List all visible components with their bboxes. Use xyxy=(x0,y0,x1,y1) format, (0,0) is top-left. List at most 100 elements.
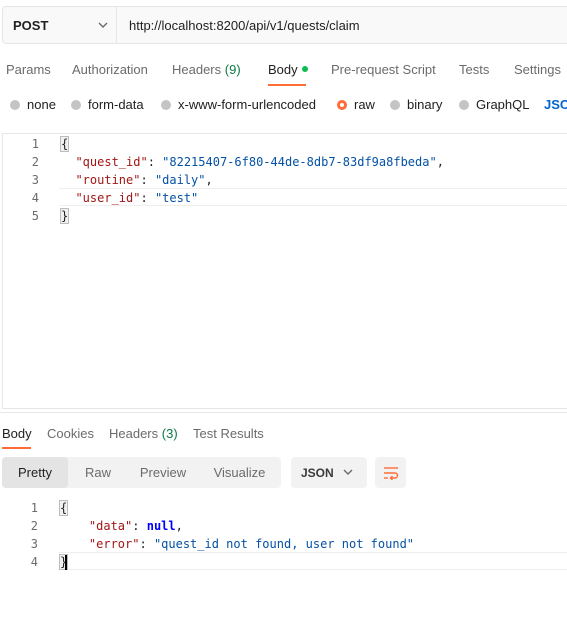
radio-label: none xyxy=(27,97,56,112)
radio-graphql[interactable]: GraphQL xyxy=(459,97,529,112)
radio-binary[interactable]: binary xyxy=(390,97,442,112)
view-mode-pretty[interactable]: Pretty xyxy=(2,457,68,488)
close-brace: } xyxy=(59,208,70,224)
raw-format-label: JSO xyxy=(544,97,567,112)
view-mode-segmented-control: Pretty Raw Preview Visualize xyxy=(2,457,281,488)
line-number: 5 xyxy=(31,209,39,223)
request-tabs: Params Authorization Headers (9) Body Pr… xyxy=(0,54,567,86)
code-line: { xyxy=(58,500,69,516)
response-tabs: Body Cookies Headers (3) Test Results xyxy=(0,420,567,450)
view-mode-preview[interactable]: Preview xyxy=(128,457,198,488)
modified-dot-icon xyxy=(301,66,308,72)
line-number: 2 xyxy=(30,519,38,533)
response-tab-headers[interactable]: Headers (3) xyxy=(109,426,178,441)
radio-selected-icon xyxy=(337,99,347,110)
radio-circle-icon xyxy=(161,99,171,110)
code-line: { xyxy=(59,136,70,152)
url-text: http://localhost:8200/api/v1/quests/clai… xyxy=(129,17,360,33)
response-tab-test-results[interactable]: Test Results xyxy=(193,426,264,441)
radio-label: GraphQL xyxy=(476,97,530,112)
tab-params[interactable]: Params xyxy=(6,62,51,77)
view-mode-label: Visualize xyxy=(213,465,266,480)
text-cursor xyxy=(65,555,67,570)
active-tab-underline xyxy=(268,84,306,86)
tab-label: Settings xyxy=(514,62,561,77)
tab-settings[interactable]: Settings xyxy=(514,62,561,77)
json-comma: , xyxy=(436,155,444,169)
code-line: "routine": "daily", xyxy=(75,173,213,187)
radio-form-data[interactable]: form-data xyxy=(71,97,144,112)
method-select[interactable]: POST xyxy=(3,7,117,43)
tab-tests[interactable]: Tests xyxy=(459,62,489,77)
json-value: null xyxy=(146,519,176,533)
body-type-radio-group: none form-data x-www-form-urlencoded raw… xyxy=(0,94,567,116)
line-number: 2 xyxy=(31,155,39,169)
radio-none[interactable]: none xyxy=(10,97,56,112)
code-line: "data": null, xyxy=(88,519,183,533)
method-label: POST xyxy=(13,17,49,33)
json-key: "routine" xyxy=(75,173,141,187)
line-number: 3 xyxy=(30,537,38,551)
view-mode-label: Preview xyxy=(139,465,187,480)
radio-circle-icon xyxy=(10,99,20,110)
radio-label: form-data xyxy=(88,97,144,112)
radio-label: raw xyxy=(354,97,375,112)
tab-label: Body xyxy=(2,426,32,441)
pane-divider[interactable] xyxy=(0,412,567,413)
line-number: 1 xyxy=(30,501,38,515)
wrap-lines-icon xyxy=(383,466,398,480)
radio-label: binary xyxy=(407,97,443,112)
chevron-down-icon xyxy=(343,469,353,475)
code-line: "quest_id": "82215407-6f80-44de-8db7-83d… xyxy=(75,155,444,169)
tab-label: Pre-request Script xyxy=(331,62,436,77)
line-number: 1 xyxy=(31,137,39,151)
json-key: "quest_id" xyxy=(75,155,148,169)
headers-count: (9) xyxy=(224,62,241,77)
code-line: "user_id": "test" xyxy=(75,191,199,205)
response-tab-body[interactable]: Body xyxy=(2,426,32,441)
tab-authorization[interactable]: Authorization xyxy=(72,62,148,77)
view-mode-visualize[interactable]: Visualize xyxy=(198,457,281,488)
json-comma: , xyxy=(175,519,183,533)
raw-format-dropdown[interactable]: JSO xyxy=(544,97,567,112)
response-body-viewer[interactable]: 1 2 3 4 { "data": null, "error": "quest_… xyxy=(0,498,567,588)
json-value: "daily" xyxy=(154,173,206,187)
response-tab-cookies[interactable]: Cookies xyxy=(47,426,94,441)
json-key: "error" xyxy=(88,537,140,551)
tab-label: Test Results xyxy=(193,426,264,441)
view-mode-label: Raw xyxy=(84,465,111,480)
view-mode-label: Pretty xyxy=(18,465,52,480)
tab-label: Tests xyxy=(459,62,490,77)
request-url-bar: POST http://localhost:8200/api/v1/quests… xyxy=(2,6,567,44)
radio-x-www-form-urlencoded[interactable]: x-www-form-urlencoded xyxy=(161,97,316,112)
line-number: 4 xyxy=(31,191,39,205)
url-input[interactable]: http://localhost:8200/api/v1/quests/clai… xyxy=(117,7,360,43)
line-number: 4 xyxy=(30,555,38,569)
radio-raw[interactable]: raw xyxy=(337,97,375,112)
tab-pre-request-script[interactable]: Pre-request Script xyxy=(331,62,436,77)
wrap-lines-button[interactable] xyxy=(375,457,406,488)
radio-circle-icon xyxy=(71,99,81,110)
line-number: 3 xyxy=(31,173,39,187)
radio-label: x-www-form-urlencoded xyxy=(178,97,316,112)
json-value: "quest_id not found, user not found" xyxy=(153,537,415,551)
chevron-down-icon xyxy=(98,22,108,28)
tab-label: Body xyxy=(268,62,298,77)
radio-circle-icon xyxy=(390,99,400,110)
tab-headers[interactable]: Headers (9) xyxy=(172,62,241,77)
code-line: } xyxy=(59,208,70,224)
json-key: "user_id" xyxy=(75,191,141,205)
json-comma: , xyxy=(205,173,213,187)
view-mode-raw[interactable]: Raw xyxy=(68,457,128,488)
json-key: "data" xyxy=(88,519,133,533)
code-line: "error": "quest_id not found, user not f… xyxy=(88,537,415,551)
open-brace: { xyxy=(58,500,69,516)
json-value: "test" xyxy=(154,191,199,205)
tab-body[interactable]: Body xyxy=(268,62,308,77)
open-brace: { xyxy=(59,136,70,152)
response-format-select[interactable]: JSON xyxy=(291,457,367,488)
headers-count: (3) xyxy=(161,426,178,441)
tab-label: Params xyxy=(6,62,51,77)
request-body-editor[interactable]: 1 2 3 4 5 { "quest_id": "82215407-6f80-4… xyxy=(2,133,567,409)
json-value: "82215407-6f80-44de-8db7-83df9a8fbeda" xyxy=(162,155,437,169)
